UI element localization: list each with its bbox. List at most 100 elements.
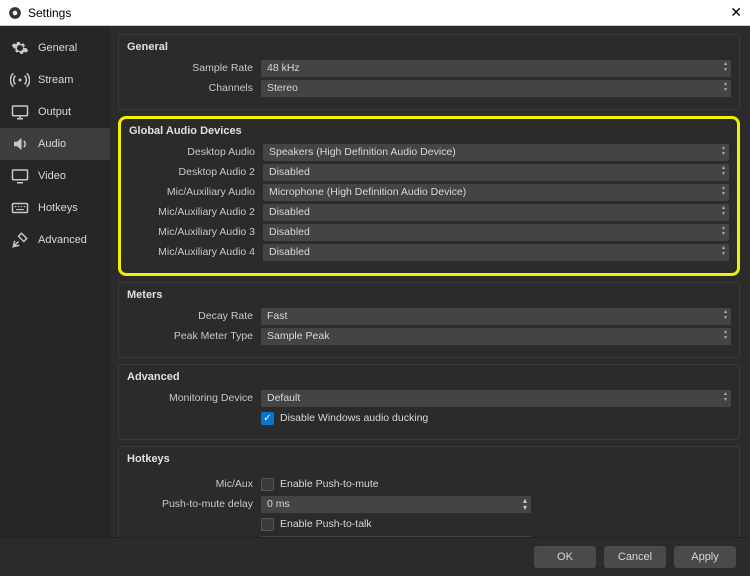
- dropdown-channels[interactable]: Stereo ▴▾: [261, 80, 731, 97]
- dialog-footer: OK Cancel Apply: [0, 537, 750, 576]
- label-monitoring-device: Monitoring Device: [127, 392, 261, 404]
- sidebar-item-label: Advanced: [38, 234, 87, 246]
- sidebar-item-label: Audio: [38, 138, 66, 150]
- section-title-general: General: [127, 41, 731, 53]
- cancel-button[interactable]: Cancel: [604, 546, 666, 568]
- section-hotkeys: Hotkeys Mic/Aux Enable Push-to-mute Push…: [118, 446, 740, 537]
- section-title-hotkeys: Hotkeys: [127, 453, 731, 465]
- dropdown-monitoring-device[interactable]: Default ▴▾: [261, 390, 731, 407]
- dropdown-mic-aux-2[interactable]: Disabled ▴▾: [263, 204, 729, 221]
- broadcast-icon: [10, 71, 30, 89]
- dropdown-value: Sample Peak: [267, 330, 329, 342]
- chevron-updown-icon: ▴▾: [724, 81, 727, 93]
- dropdown-peak-meter-type[interactable]: Sample Peak ▴▾: [261, 328, 731, 345]
- sidebar-item-video[interactable]: Video: [0, 160, 110, 192]
- label-mic-aux-group: Mic/Aux: [127, 478, 261, 490]
- chevron-updown-icon: ▴▾: [722, 245, 725, 257]
- section-title-global-audio: Global Audio Devices: [129, 125, 729, 137]
- sidebar-item-general[interactable]: General: [0, 32, 110, 64]
- chevron-updown-icon: ▴▾: [722, 225, 725, 237]
- window-title: Settings: [28, 6, 730, 20]
- label-mic-aux: Mic/Auxiliary Audio: [129, 186, 263, 198]
- spinbox-ptm-delay[interactable]: 0 ms ▴▾: [261, 496, 531, 513]
- dropdown-value: Stereo: [267, 82, 298, 94]
- speaker-icon: [10, 135, 30, 153]
- chevron-updown-icon: ▴▾: [523, 537, 527, 538]
- close-icon[interactable]: ✕: [730, 4, 742, 21]
- app-icon: [8, 6, 22, 20]
- chevron-updown-icon: ▴▾: [724, 61, 727, 73]
- dropdown-value: 48 kHz: [267, 62, 300, 74]
- label-desktop-audio-2: Desktop Audio 2: [129, 166, 263, 178]
- tools-icon: [10, 231, 30, 249]
- sidebar-item-stream[interactable]: Stream: [0, 64, 110, 96]
- dropdown-value: Speakers (High Definition Audio Device): [269, 146, 456, 158]
- monitor-blank-icon: [10, 167, 30, 185]
- sidebar-item-label: Hotkeys: [38, 202, 78, 214]
- section-advanced: Advanced Monitoring Device Default ▴▾ ✓ Di…: [118, 364, 740, 440]
- sidebar-item-label: Video: [38, 170, 66, 182]
- dropdown-mic-aux-4[interactable]: Disabled ▴▾: [263, 244, 729, 261]
- checkbox-enable-push-to-talk[interactable]: [261, 518, 274, 531]
- chevron-updown-icon: ▴▾: [724, 391, 727, 403]
- chevron-updown-icon: ▴▾: [724, 329, 727, 341]
- sidebar: General Stream Output Audio Video Hotkey…: [0, 26, 110, 537]
- label-ptm-delay: Push-to-mute delay: [127, 498, 261, 510]
- dropdown-sample-rate[interactable]: 48 kHz ▴▾: [261, 60, 731, 77]
- settings-window: Settings ✕ General Stream Output Audio: [0, 0, 750, 576]
- label-decay-rate: Decay Rate: [127, 310, 261, 322]
- label-enable-push-to-talk: Enable Push-to-talk: [280, 518, 372, 530]
- dropdown-value: Default: [267, 392, 300, 404]
- label-enable-push-to-mute: Enable Push-to-mute: [280, 478, 379, 490]
- apply-button[interactable]: Apply: [674, 546, 736, 568]
- dropdown-value: Fast: [267, 310, 287, 322]
- label-desktop-audio: Desktop Audio: [129, 146, 263, 158]
- label-mic-aux-3: Mic/Auxiliary Audio 3: [129, 226, 263, 238]
- section-general: General Sample Rate 48 kHz ▴▾ Channels St…: [118, 34, 740, 110]
- spinbox-value: 0 ms: [267, 498, 290, 510]
- chevron-updown-icon: ▴▾: [523, 497, 527, 511]
- window-body: General Stream Output Audio Video Hotkey…: [0, 26, 750, 537]
- dropdown-value: Disabled: [269, 206, 310, 218]
- chevron-updown-icon: ▴▾: [722, 205, 725, 217]
- sidebar-item-advanced[interactable]: Advanced: [0, 224, 110, 256]
- section-global-audio-devices: Global Audio Devices Desktop AudioSpeake…: [118, 116, 740, 276]
- sidebar-item-hotkeys[interactable]: Hotkeys: [0, 192, 110, 224]
- dropdown-mic-aux[interactable]: Microphone (High Definition Audio Device…: [263, 184, 729, 201]
- content-pane[interactable]: General Sample Rate 48 kHz ▴▾ Channels St…: [110, 26, 750, 537]
- ok-button[interactable]: OK: [534, 546, 596, 568]
- dropdown-desktop-audio[interactable]: Speakers (High Definition Audio Device) ▴…: [263, 144, 729, 161]
- chevron-updown-icon: ▴▾: [722, 165, 725, 177]
- dropdown-value: Disabled: [269, 226, 310, 238]
- label-sample-rate: Sample Rate: [127, 62, 261, 74]
- dropdown-value: Disabled: [269, 246, 310, 258]
- label-peak-meter-type: Peak Meter Type: [127, 330, 261, 342]
- checkbox-enable-push-to-mute[interactable]: [261, 478, 274, 491]
- spinbox-ptt-delay[interactable]: 0 ms▴▾: [261, 536, 531, 538]
- chevron-updown-icon: ▴▾: [724, 309, 727, 321]
- chevron-updown-icon: ▴▾: [722, 145, 725, 157]
- section-meters: Meters Decay RateFast▴▾ Peak Meter TypeS…: [118, 282, 740, 358]
- gear-icon: [10, 39, 30, 57]
- sidebar-item-label: Stream: [38, 74, 73, 86]
- label-mic-aux-2: Mic/Auxiliary Audio 2: [129, 206, 263, 218]
- section-title-meters: Meters: [127, 289, 731, 301]
- chevron-updown-icon: ▴▾: [722, 185, 725, 197]
- label-mic-aux-4: Mic/Auxiliary Audio 4: [129, 246, 263, 258]
- dropdown-value: Disabled: [269, 166, 310, 178]
- dropdown-desktop-audio-2[interactable]: Disabled ▴▾: [263, 164, 729, 181]
- titlebar: Settings ✕: [0, 0, 750, 26]
- sidebar-item-audio[interactable]: Audio: [0, 128, 110, 160]
- sidebar-item-label: General: [38, 42, 77, 54]
- dropdown-decay-rate[interactable]: Fast ▴▾: [261, 308, 731, 325]
- section-title-advanced: Advanced: [127, 371, 731, 383]
- label-disable-ducking: Disable Windows audio ducking: [280, 412, 428, 424]
- label-channels: Channels: [127, 82, 261, 94]
- dropdown-mic-aux-3[interactable]: Disabled ▴▾: [263, 224, 729, 241]
- keyboard-icon: [10, 199, 30, 217]
- checkbox-disable-ducking[interactable]: ✓: [261, 412, 274, 425]
- monitor-icon: [10, 103, 30, 121]
- sidebar-item-label: Output: [38, 106, 71, 118]
- dropdown-value: Microphone (High Definition Audio Device…: [269, 186, 466, 198]
- sidebar-item-output[interactable]: Output: [0, 96, 110, 128]
